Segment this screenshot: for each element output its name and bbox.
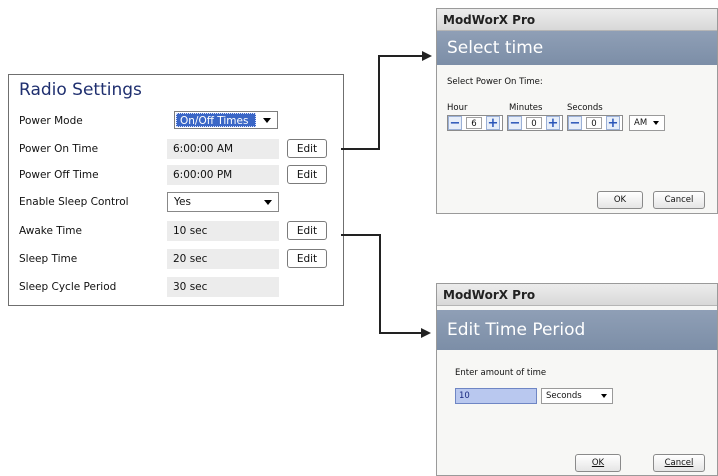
enable-sleep-control-value: Yes — [174, 196, 191, 208]
row-enable-sleep-control: Enable Sleep Control Yes — [9, 192, 343, 214]
row-awake-time: Awake Time 10 sec Edit — [9, 221, 343, 243]
sleep-time-label: Sleep Time — [19, 253, 78, 265]
ok-button[interactable]: OK — [575, 454, 621, 472]
seconds-value[interactable]: 0 — [586, 117, 602, 129]
hour-value[interactable]: 6 — [466, 117, 482, 129]
connector-line — [379, 234, 381, 334]
sleep-time-value: 20 sec — [167, 249, 279, 269]
cancel-button[interactable]: Cancel — [653, 454, 705, 472]
minutes-spinner: − 0 + — [507, 115, 563, 131]
plus-icon[interactable]: + — [606, 116, 620, 130]
edit-sleep-time-button[interactable]: Edit — [287, 249, 327, 268]
panel-title: Radio Settings — [19, 80, 142, 100]
row-sleep-time: Sleep Time 20 sec Edit — [9, 249, 343, 271]
minutes-value[interactable]: 0 — [526, 117, 542, 129]
edit-power-on-button[interactable]: Edit — [287, 139, 327, 158]
plus-icon[interactable]: + — [546, 116, 560, 130]
select-power-on-prompt: Select Power On Time: — [447, 77, 543, 87]
connector-line — [378, 55, 380, 150]
ampm-value: AM — [634, 118, 648, 128]
power-on-time-label: Power On Time — [19, 143, 99, 155]
cancel-button[interactable]: Cancel — [653, 191, 705, 209]
dropdown-arrow-icon — [653, 121, 659, 125]
plus-icon[interactable]: + — [486, 116, 500, 130]
seconds-spinner: − 0 + — [567, 115, 623, 131]
power-mode-selected-value: On/Off Times — [176, 113, 256, 127]
enable-sleep-control-select[interactable]: Yes — [167, 192, 279, 212]
edit-power-off-button[interactable]: Edit — [287, 165, 327, 184]
dialog-titlebar: ModWorX Pro — [437, 284, 717, 306]
edit-awake-time-button[interactable]: Edit — [287, 221, 327, 240]
minus-icon[interactable]: − — [448, 116, 462, 130]
ampm-select[interactable]: AM — [629, 115, 665, 131]
awake-time-label: Awake Time — [19, 225, 82, 237]
row-sleep-cycle-period: Sleep Cycle Period 30 sec — [9, 277, 343, 299]
enter-amount-prompt: Enter amount of time — [455, 368, 547, 378]
row-power-mode: Power Mode On/Off Times — [9, 111, 343, 133]
hour-label: Hour — [447, 103, 468, 113]
hour-spinner: − 6 + — [447, 115, 503, 131]
arrow-right-icon — [422, 51, 432, 61]
minutes-label: Minutes — [509, 103, 543, 113]
power-off-time-value: 6:00:00 PM — [167, 165, 279, 185]
power-off-time-label: Power Off Time — [19, 169, 99, 181]
select-time-dialog: ModWorX Pro Select time Select Power On … — [436, 8, 718, 214]
edit-time-period-dialog: ModWorX Pro Edit Time Period Enter amoun… — [436, 283, 718, 476]
dropdown-arrow-icon — [263, 118, 271, 123]
dialog-banner: Edit Time Period — [437, 310, 717, 350]
dropdown-arrow-icon — [264, 200, 272, 205]
ok-label: OK — [591, 458, 605, 468]
connector-line — [341, 234, 381, 236]
power-on-time-value: 6:00:00 AM — [167, 139, 279, 159]
dialog-titlebar: ModWorX Pro — [437, 9, 717, 31]
unit-select[interactable]: Seconds — [541, 388, 613, 404]
power-mode-select[interactable]: On/Off Times — [174, 111, 278, 129]
row-power-on-time: Power On Time 6:00:00 AM Edit — [9, 139, 343, 161]
row-power-off-time: Power Off Time 6:00:00 PM Edit — [9, 165, 343, 187]
dropdown-arrow-icon — [601, 394, 607, 398]
unit-value: Seconds — [546, 391, 582, 401]
sleep-cycle-period-label: Sleep Cycle Period — [19, 281, 117, 293]
minus-icon[interactable]: − — [568, 116, 582, 130]
cancel-label: Cancel — [664, 458, 694, 468]
radio-settings-panel: Radio Settings Power Mode On/Off Times P… — [8, 74, 344, 306]
seconds-label: Seconds — [567, 103, 603, 113]
amount-input[interactable]: 10 — [455, 388, 537, 404]
dialog-banner: Select time — [437, 31, 717, 65]
arrow-right-icon — [421, 328, 431, 338]
sleep-cycle-period-value: 30 sec — [167, 277, 279, 297]
connector-line — [379, 332, 421, 334]
minus-icon[interactable]: − — [508, 116, 522, 130]
connector-line — [378, 55, 422, 57]
ok-button[interactable]: OK — [597, 191, 643, 209]
power-mode-label: Power Mode — [19, 115, 83, 127]
awake-time-value: 10 sec — [167, 221, 279, 241]
enable-sleep-control-label: Enable Sleep Control — [19, 196, 129, 208]
connector-line — [341, 148, 379, 150]
